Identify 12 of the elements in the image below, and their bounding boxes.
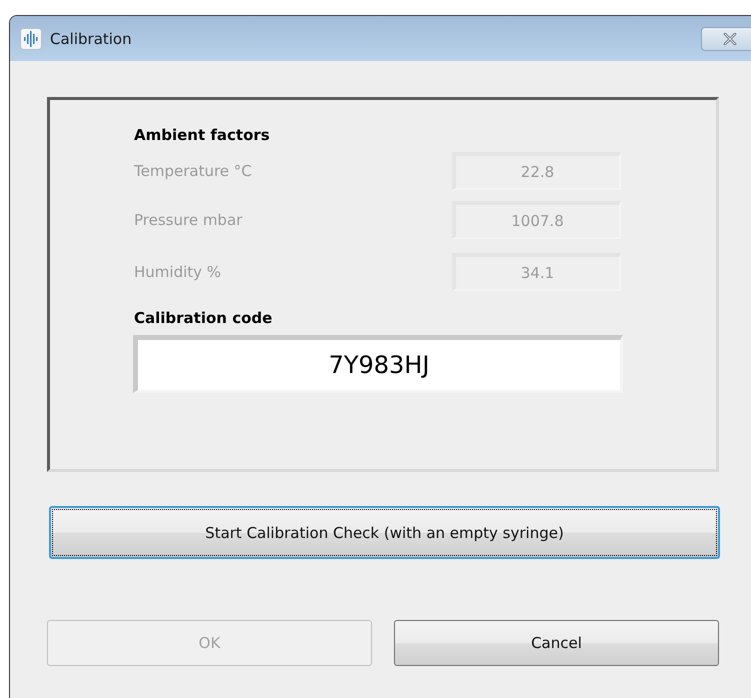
field-label: Humidity %: [134, 262, 222, 280]
start-button[interactable]: Start Calibration Check (with an empty syringe): [49, 506, 720, 559]
close-icon: [722, 32, 738, 44]
app-icon: [20, 28, 42, 50]
cancel-button[interactable]: Cancel: [394, 620, 719, 666]
section-heading: Calibration code: [134, 309, 274, 329]
close-button[interactable]: [701, 26, 751, 50]
section-heading: Ambient factors: [134, 126, 271, 146]
window-title: Calibration: [50, 30, 132, 48]
field-label: Pressure mbar: [134, 210, 244, 228]
field-label: Temperature °C: [134, 162, 253, 180]
code-field[interactable]: 7Y983HJ: [133, 335, 623, 393]
